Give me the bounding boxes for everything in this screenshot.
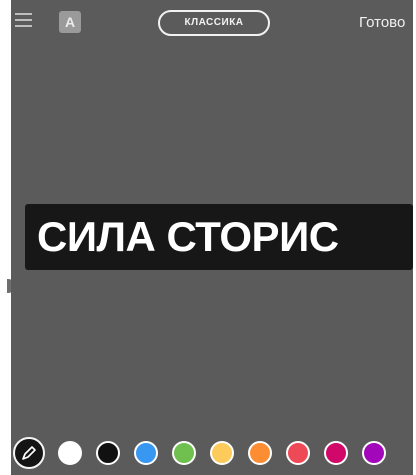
color-palette xyxy=(11,437,413,471)
color-swatch-white[interactable] xyxy=(58,441,82,465)
color-swatch-blue[interactable] xyxy=(134,441,158,465)
color-swatch-magenta[interactable] xyxy=(324,441,348,465)
color-swatch-purple[interactable] xyxy=(362,441,386,465)
done-button[interactable]: Готово xyxy=(359,14,405,31)
text-mode-button[interactable]: КЛАССИКА xyxy=(158,10,270,36)
color-swatch-green[interactable] xyxy=(172,441,196,465)
color-swatch-black[interactable] xyxy=(96,441,120,465)
page-indicator xyxy=(191,469,231,473)
color-swatch-red[interactable] xyxy=(286,441,310,465)
color-swatch-orange[interactable] xyxy=(248,441,272,465)
menu-icon[interactable] xyxy=(15,13,32,28)
story-caption-text[interactable]: СИЛА СТОРИС xyxy=(37,210,413,264)
story-editor-screen: A КЛАССИКА Готово СИЛА СТОРИС xyxy=(11,0,413,475)
text-style-button[interactable]: A xyxy=(59,11,81,33)
color-swatch-yellow[interactable] xyxy=(210,441,234,465)
pen-icon[interactable] xyxy=(13,437,45,469)
left-margin xyxy=(0,0,15,475)
